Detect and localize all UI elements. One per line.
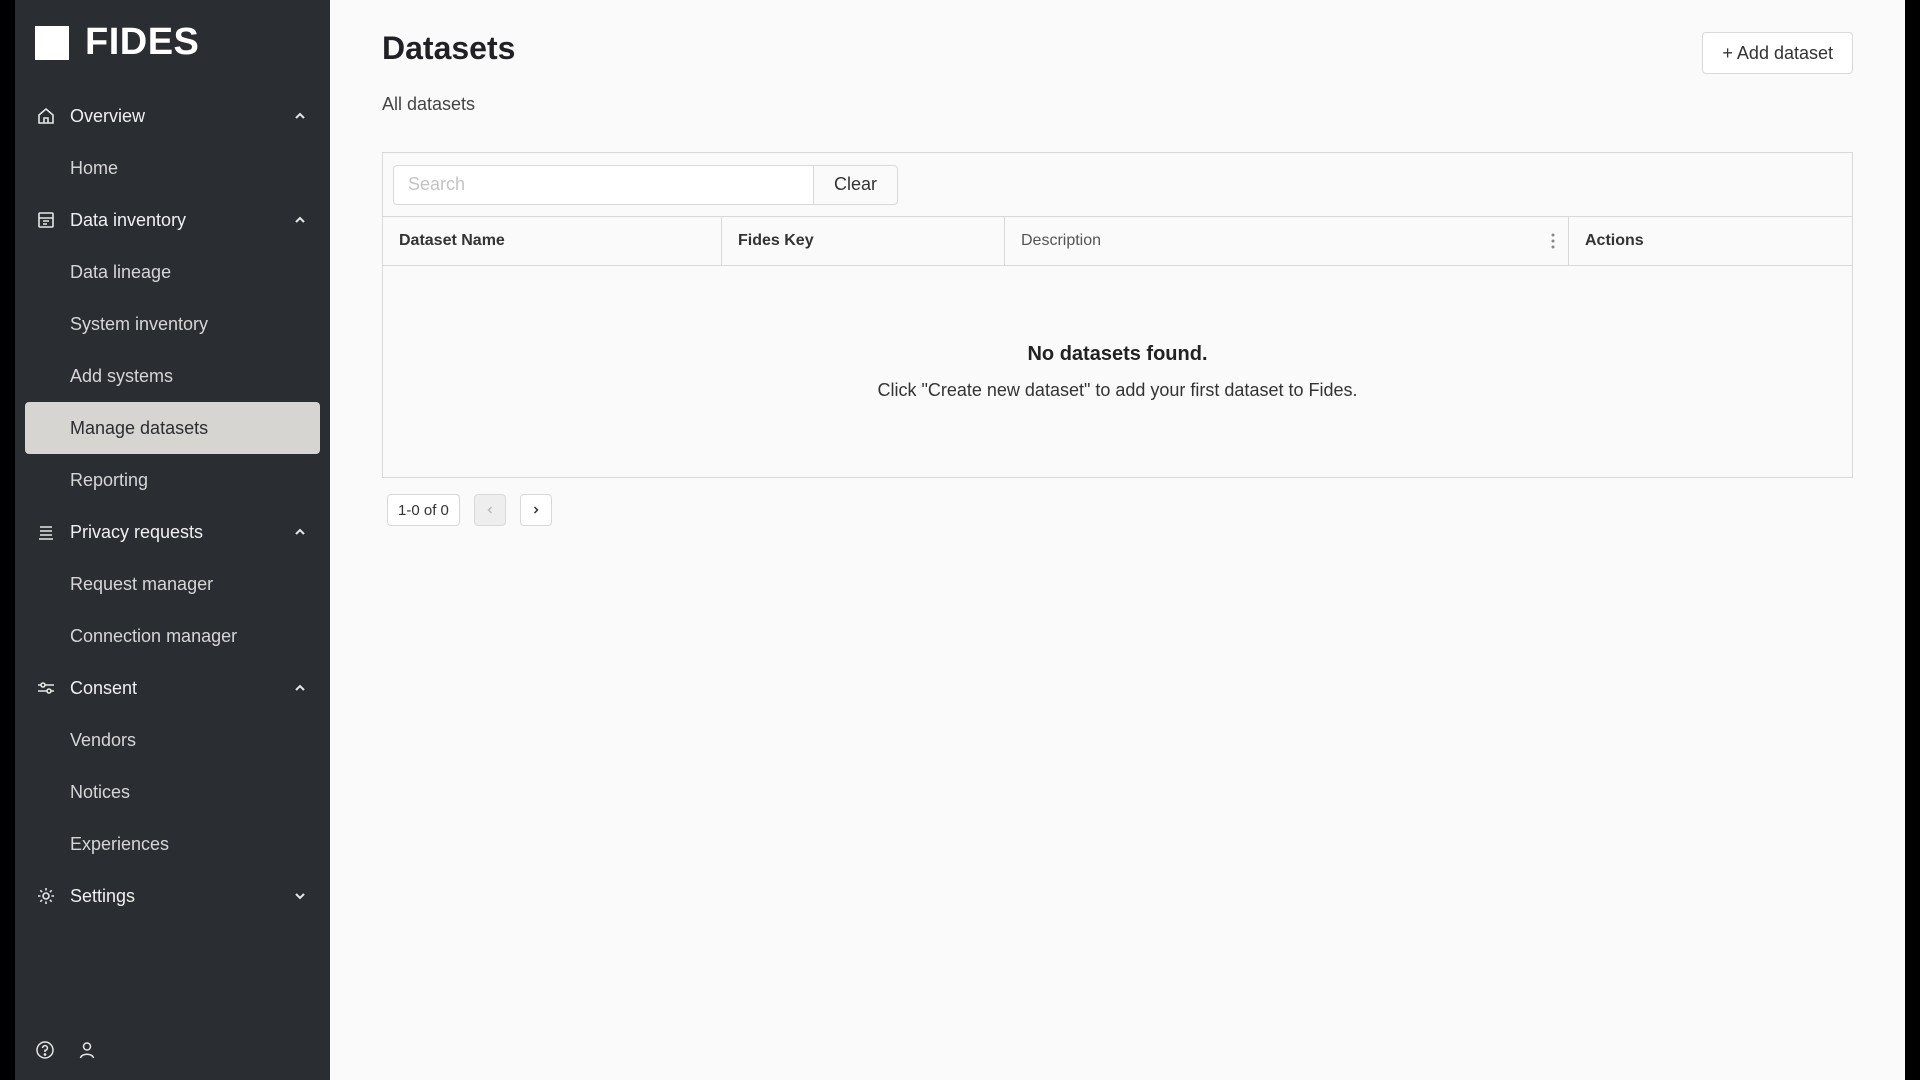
clear-button[interactable]: Clear xyxy=(813,164,899,205)
pagination: 1-0 of 0 xyxy=(387,494,552,526)
chevron-up-icon xyxy=(292,212,308,228)
empty-state: No datasets found. Click "Create new dat… xyxy=(383,266,1852,477)
nav-group-consent[interactable]: Consent xyxy=(25,662,320,714)
column-header-description[interactable]: Description xyxy=(1005,217,1569,265)
column-header-label: Description xyxy=(1021,232,1102,249)
nav-group-settings[interactable]: Settings xyxy=(25,870,320,922)
nav-group-label: Data inventory xyxy=(70,209,187,230)
help-icon[interactable] xyxy=(35,1040,55,1060)
nav-group-label: Overview xyxy=(70,105,146,126)
nav-group-overview[interactable]: Overview xyxy=(25,90,320,142)
logo-mark xyxy=(35,25,69,60)
list-icon xyxy=(35,521,57,543)
nav-group-data-inventory[interactable]: Data inventory xyxy=(25,194,320,246)
sidebar: FIDES Overview Home Data inventory Data … xyxy=(15,0,330,1080)
sidebar-item-manage-datasets[interactable]: Manage datasets xyxy=(25,402,320,454)
nav-group-label: Privacy requests xyxy=(70,521,204,542)
table-header: Dataset Name Fides Key Description Actio… xyxy=(383,217,1852,266)
page-title: Datasets xyxy=(382,30,516,66)
sidebar-nav: Overview Home Data inventory Data lineag xyxy=(25,90,320,922)
logo[interactable]: FIDES xyxy=(35,21,199,64)
inventory-icon xyxy=(35,209,57,231)
user-icon[interactable] xyxy=(77,1040,97,1060)
sidebar-footer xyxy=(35,1040,97,1060)
chevron-up-icon xyxy=(292,524,308,540)
nav-group-privacy-requests[interactable]: Privacy requests xyxy=(25,506,320,558)
logo-text: FIDES xyxy=(85,21,200,63)
chevron-up-icon xyxy=(292,680,308,696)
sidebar-item-experiences[interactable]: Experiences xyxy=(25,818,320,870)
column-header-dataset-name[interactable]: Dataset Name xyxy=(383,217,722,265)
chevron-right-icon xyxy=(533,506,539,514)
add-dataset-button[interactable]: + Add dataset xyxy=(1702,32,1853,74)
previous-page-button[interactable] xyxy=(473,494,506,526)
next-page-button[interactable] xyxy=(519,494,552,526)
search-input[interactable] xyxy=(393,164,813,205)
empty-state-text: Click "Create new dataset" to add your f… xyxy=(877,379,1358,400)
datasets-table: Clear Dataset Name Fides Key Description… xyxy=(382,152,1853,478)
main-content: Datasets All datasets + Add dataset Clea… xyxy=(330,0,1905,1080)
column-menu-icon[interactable] xyxy=(1550,232,1556,250)
sidebar-item-reporting[interactable]: Reporting xyxy=(25,454,320,506)
nav-group-label: Settings xyxy=(70,885,136,906)
sidebar-item-home[interactable]: Home xyxy=(25,142,320,194)
chevron-left-icon xyxy=(487,506,492,514)
sidebar-item-add-systems[interactable]: Add systems xyxy=(25,350,320,402)
empty-state-title: No datasets found. xyxy=(1027,342,1208,365)
home-icon xyxy=(35,105,57,127)
table-toolbar: Clear xyxy=(383,153,1852,217)
sidebar-item-notices[interactable]: Notices xyxy=(25,766,320,818)
column-header-fides-key[interactable]: Fides Key xyxy=(722,217,1005,265)
sidebar-item-request-manager[interactable]: Request manager xyxy=(25,558,320,610)
column-header-actions: Actions xyxy=(1585,232,1644,249)
sidebar-item-system-inventory[interactable]: System inventory xyxy=(25,298,320,350)
sidebar-item-data-lineage[interactable]: Data lineage xyxy=(25,246,320,298)
chevron-up-icon xyxy=(292,108,308,124)
nav-group-label: Consent xyxy=(70,677,138,698)
page-range: 1-0 of 0 xyxy=(387,494,460,526)
chevron-down-icon xyxy=(292,888,308,904)
app-window: FIDES Overview Home Data inventory Data … xyxy=(15,0,1905,1080)
sliders-icon xyxy=(35,677,57,699)
sidebar-item-connection-manager[interactable]: Connection manager xyxy=(25,610,320,662)
page-subtitle: All datasets xyxy=(382,94,476,114)
gear-icon xyxy=(35,885,57,907)
sidebar-item-vendors[interactable]: Vendors xyxy=(25,714,320,766)
